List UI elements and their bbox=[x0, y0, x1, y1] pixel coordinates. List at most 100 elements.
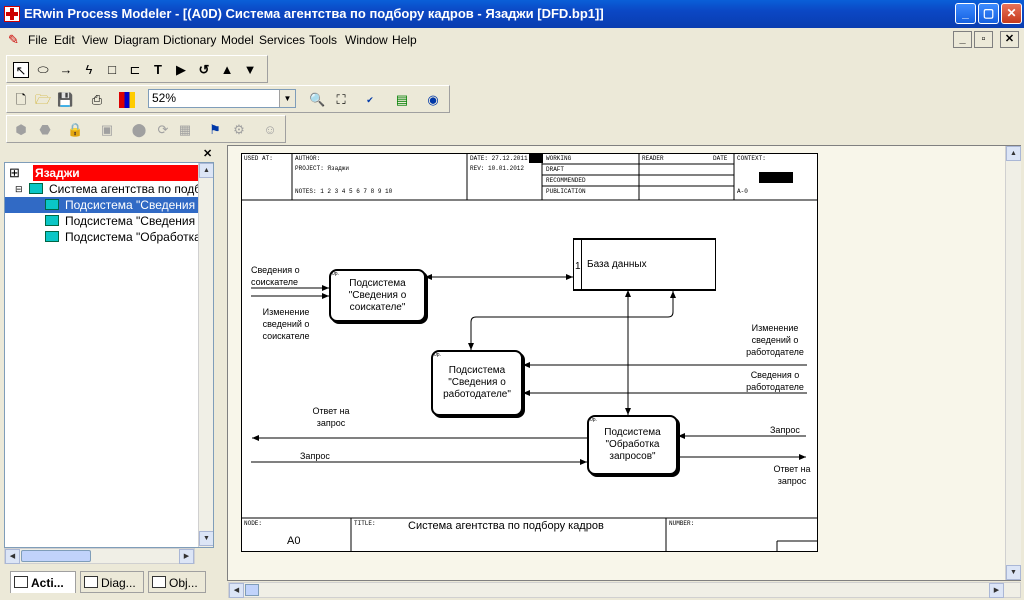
mdi-close-button[interactable]: ✕ bbox=[1000, 31, 1019, 48]
menu-edit[interactable]: Edit bbox=[54, 33, 75, 47]
box-tag: 0р. bbox=[590, 417, 597, 423]
zoom-value: 52% bbox=[152, 91, 177, 105]
tree-child-3[interactable]: Подсистема "Обработка bbox=[65, 229, 201, 245]
scroll-left-icon[interactable]: ◀ bbox=[5, 549, 20, 564]
canvas-horizontal-scrollbar[interactable]: ◀ ▶ bbox=[228, 582, 1021, 598]
activity-icon bbox=[45, 199, 59, 210]
cube-icon: ▣ bbox=[100, 122, 114, 137]
activity-box-employer[interactable]: 0р. Подсистема "Сведения о работодателе" bbox=[431, 350, 523, 416]
menu-file[interactable]: File bbox=[28, 33, 47, 47]
users-icon: ☺ bbox=[263, 122, 277, 137]
print-icon[interactable]: ⎙ bbox=[89, 92, 105, 108]
data-store-database[interactable]: 1 База данных bbox=[573, 238, 716, 291]
zoom-icon[interactable]: 🔍 bbox=[309, 92, 325, 108]
menu-dictionary[interactable]: Dictionary bbox=[163, 33, 216, 47]
working-label: WORKING bbox=[546, 155, 572, 162]
diagram-title: Система агентства по подбору кадров bbox=[408, 520, 604, 532]
tree-child-1[interactable]: Подсистема "Сведения о bbox=[65, 197, 205, 213]
new-file-icon[interactable]: 🗋 bbox=[13, 92, 29, 108]
tab-activities[interactable]: Acti... bbox=[10, 571, 76, 593]
data-store-number: 1 bbox=[575, 261, 581, 272]
zoom-select[interactable]: 52% ▼ bbox=[148, 89, 296, 108]
spell-check-icon[interactable]: ✔ bbox=[362, 92, 378, 108]
mdi-minimize-button[interactable]: _ bbox=[953, 31, 972, 48]
close-icon[interactable]: ✕ bbox=[203, 147, 212, 160]
scroll-down-icon[interactable]: ▼ bbox=[199, 531, 213, 546]
rev-label: REV: 10.01.2012 bbox=[470, 165, 525, 172]
color-palette-icon[interactable] bbox=[119, 92, 135, 108]
collapse-icon[interactable]: ⊟ bbox=[15, 181, 23, 197]
canvas-vertical-scrollbar[interactable]: ▲ ▼ bbox=[1005, 146, 1021, 580]
tree-root[interactable]: Язаджи bbox=[33, 165, 211, 181]
security-icon[interactable]: ⚑ bbox=[207, 122, 223, 138]
chevron-down-icon[interactable]: ▼ bbox=[279, 90, 295, 107]
document-icon[interactable]: ✎ bbox=[8, 32, 19, 48]
root-node-icon[interactable]: ⊞ bbox=[9, 165, 20, 181]
go-up-icon[interactable]: ▲ bbox=[219, 62, 235, 78]
tab-diagrams[interactable]: Diag... bbox=[80, 571, 144, 593]
squiggle-tool-icon[interactable]: ϟ bbox=[81, 62, 97, 78]
tree-horizontal-scrollbar[interactable]: ◀ ▶ bbox=[4, 548, 195, 564]
arrow-label-request-right: Запрос bbox=[770, 425, 800, 435]
menu-window[interactable]: Window bbox=[345, 33, 388, 47]
restore-button[interactable]: ▢ bbox=[978, 3, 999, 24]
objects-icon bbox=[152, 576, 166, 588]
scroll-up-icon[interactable]: ▲ bbox=[1006, 146, 1021, 161]
erwin-app-icon[interactable] bbox=[4, 6, 20, 22]
title-bar: ERwin Process Modeler - [(A0D) Система а… bbox=[0, 0, 1024, 28]
menu-help[interactable]: Help bbox=[392, 33, 417, 47]
scroll-right-icon[interactable]: ▶ bbox=[179, 549, 194, 564]
save-mart-icon: ⬤ bbox=[131, 122, 147, 137]
refresh-mart-icon: ⟳ bbox=[157, 122, 169, 137]
scroll-up-icon[interactable]: ▲ bbox=[199, 163, 213, 178]
title-label: TITLE: bbox=[354, 520, 376, 527]
save-icon[interactable]: 💾 bbox=[57, 92, 73, 108]
activity-box-employer-label: Подсистема "Сведения о работодателе" bbox=[443, 365, 511, 400]
menu-view[interactable]: View bbox=[82, 33, 108, 47]
scroll-thumb[interactable] bbox=[245, 584, 259, 596]
zoom-fit-icon[interactable]: ⛶ bbox=[333, 92, 349, 108]
menu-bar: ✎ File Edit View Diagram Dictionary Mode… bbox=[0, 28, 1024, 52]
arrow-tool-icon[interactable]: → bbox=[58, 62, 74, 78]
used-at-label: USED AT: bbox=[244, 155, 273, 162]
activity-box-applicant[interactable]: 0р. Подсистема "Сведения о соискателе" bbox=[329, 269, 426, 322]
close-button[interactable]: ✕ bbox=[1001, 3, 1022, 24]
mdi-restore-button[interactable]: ▫ bbox=[974, 31, 993, 48]
activity-box-tool-icon[interactable]: ⬭ bbox=[35, 62, 51, 78]
minimize-button[interactable]: _ bbox=[955, 3, 976, 24]
tab-objects[interactable]: Obj... bbox=[148, 571, 206, 593]
scroll-left-icon[interactable]: ◀ bbox=[229, 583, 244, 598]
library-icon: ▦ bbox=[178, 122, 192, 137]
pointer-tool-icon[interactable]: ↖ bbox=[13, 62, 29, 78]
tree-node-a0[interactable]: Система агентства по подбо bbox=[49, 181, 208, 197]
external-reference-tool-icon[interactable]: □ bbox=[104, 62, 120, 78]
tree-vertical-scrollbar[interactable]: ▲ ▼ bbox=[198, 163, 213, 547]
menu-tools[interactable]: Tools bbox=[309, 33, 337, 47]
text-tool-icon[interactable]: T bbox=[150, 62, 166, 78]
go-down-icon[interactable]: ▼ bbox=[242, 62, 258, 78]
scroll-down-icon[interactable]: ▼ bbox=[1006, 565, 1021, 580]
connect-icon: ⬢ bbox=[15, 122, 27, 137]
rotate-icon[interactable]: ↺ bbox=[196, 62, 212, 78]
draft-label: DRAFT bbox=[546, 166, 565, 173]
tree-child-2[interactable]: Подсистема "Сведения о bbox=[65, 213, 205, 229]
arrow-label-response-out: Ответ на запрос bbox=[312, 406, 350, 428]
arrow-label-request-in: Запрос bbox=[300, 451, 330, 461]
arrow-label-applicant-change: Изменение сведений о соискателе bbox=[262, 307, 310, 341]
model-mart-icon[interactable]: ◉ bbox=[425, 92, 441, 108]
menu-services[interactable]: Services bbox=[259, 33, 305, 47]
date2-label: DATE bbox=[713, 155, 728, 162]
activity-box-requests[interactable]: 0р. Подсистема "Обработка запросов" bbox=[587, 415, 678, 475]
activities-icon bbox=[14, 576, 28, 588]
open-folder-icon[interactable]: 🗁 bbox=[35, 92, 51, 108]
scroll-thumb[interactable] bbox=[21, 550, 91, 562]
model-explorer-icon[interactable]: ▤ bbox=[394, 92, 410, 108]
scroll-right-icon[interactable]: ▶ bbox=[989, 583, 1004, 598]
menu-model[interactable]: Model bbox=[221, 33, 254, 47]
off-page-reference-icon[interactable]: ▶ bbox=[173, 62, 189, 78]
menu-diagram[interactable]: Diagram bbox=[114, 33, 159, 47]
disconnect-icon: ⬣ bbox=[39, 122, 51, 137]
tab-activities-label: Acti... bbox=[31, 576, 64, 590]
activity-icon bbox=[45, 215, 59, 226]
data-store-tool-icon[interactable]: ⊏ bbox=[127, 62, 143, 78]
